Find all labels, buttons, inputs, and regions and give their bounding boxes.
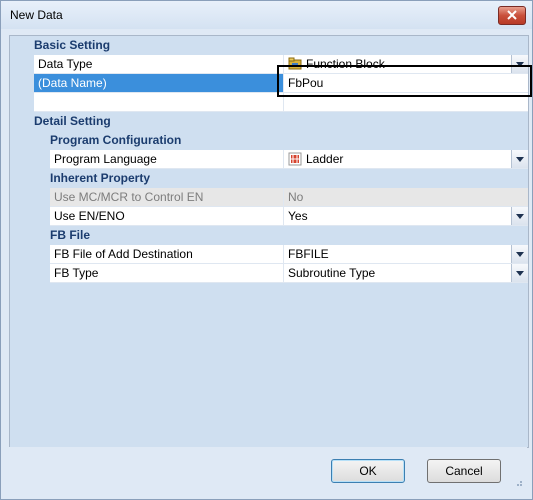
- en-eno-value: Yes: [288, 209, 308, 223]
- category-program-configuration[interactable]: Program Configuration: [10, 131, 528, 151]
- category-label: FB File: [50, 228, 91, 242]
- category-fb-file[interactable]: FB File: [10, 226, 528, 246]
- property-row-mc-mcr: Use MC/MCR to Control EN No: [10, 188, 528, 207]
- property-row-en-eno[interactable]: Use EN/ENO Yes: [10, 207, 528, 226]
- window-title: New Data: [10, 8, 63, 22]
- property-name-cell: Use MC/MCR to Control EN: [50, 188, 284, 207]
- fb-file-destination-dropdown[interactable]: FBFILE: [284, 245, 528, 264]
- row-gutter: [10, 207, 50, 226]
- category-inherent-property[interactable]: Inherent Property: [10, 169, 528, 189]
- chevron-down-icon[interactable]: [511, 245, 528, 263]
- property-name: Use MC/MCR to Control EN: [54, 190, 204, 204]
- close-icon: [507, 10, 517, 20]
- property-row-fb-type[interactable]: FB Type Subroutine Type: [10, 264, 528, 283]
- property-name: Data Type: [38, 57, 93, 71]
- row-gutter: [10, 150, 50, 169]
- category-basic-setting[interactable]: Basic Setting: [10, 36, 528, 56]
- row-gutter: [10, 188, 50, 207]
- category-label: Program Configuration: [50, 133, 182, 147]
- row-gutter: [10, 245, 50, 264]
- resize-grip-icon[interactable]: [513, 477, 523, 487]
- grid-empty-area: [10, 283, 528, 447]
- property-name: Use EN/ENO: [54, 209, 125, 223]
- property-row-fb-file-destination[interactable]: FB File of Add Destination FBFILE: [10, 245, 528, 264]
- program-language-value: Ladder: [306, 152, 344, 166]
- property-name-cell: [34, 93, 284, 112]
- dialog-footer: OK Cancel: [9, 447, 527, 491]
- property-name-cell: Program Language: [50, 150, 284, 169]
- fb-file-destination-value: FBFILE: [288, 247, 329, 261]
- new-data-dialog: New Data Basic Setting Data Type Functio…: [0, 0, 533, 500]
- chevron-down-icon[interactable]: [511, 264, 528, 282]
- property-name-cell: Use EN/ENO: [50, 207, 284, 226]
- category-label: Detail Setting: [34, 114, 111, 128]
- row-gutter: [10, 55, 34, 74]
- row-gutter: [10, 93, 34, 112]
- mc-mcr-value: No: [288, 190, 304, 204]
- row-gutter: [10, 264, 50, 283]
- property-name-cell: FB File of Add Destination: [50, 245, 284, 264]
- mc-mcr-value-cell: No: [284, 188, 528, 207]
- category-label: Inherent Property: [50, 171, 151, 185]
- property-name-cell: (Data Name): [34, 74, 284, 93]
- highlight-box: [277, 65, 532, 97]
- ladder-icon: [288, 152, 302, 166]
- chevron-down-icon[interactable]: [511, 150, 528, 168]
- property-row-program-language[interactable]: Program Language Ladder: [10, 150, 528, 169]
- close-button[interactable]: [498, 6, 526, 25]
- property-name-cell: Data Type: [34, 55, 284, 74]
- chevron-down-icon[interactable]: [511, 207, 528, 225]
- en-eno-dropdown[interactable]: Yes: [284, 207, 528, 226]
- category-label: Basic Setting: [34, 38, 111, 52]
- property-name: Program Language: [54, 152, 157, 166]
- property-name: (Data Name): [38, 76, 107, 90]
- property-name: FB File of Add Destination: [54, 247, 193, 261]
- category-detail-setting[interactable]: Detail Setting: [10, 112, 528, 132]
- ok-button[interactable]: OK: [331, 459, 405, 483]
- program-language-dropdown[interactable]: Ladder: [284, 150, 528, 169]
- fb-type-dropdown[interactable]: Subroutine Type: [284, 264, 528, 283]
- row-gutter: [10, 74, 34, 93]
- property-name-cell: FB Type: [50, 264, 284, 283]
- title-bar: New Data: [1, 1, 532, 29]
- cancel-button[interactable]: Cancel: [427, 459, 501, 483]
- fb-type-value: Subroutine Type: [288, 266, 376, 280]
- property-name: FB Type: [54, 266, 99, 280]
